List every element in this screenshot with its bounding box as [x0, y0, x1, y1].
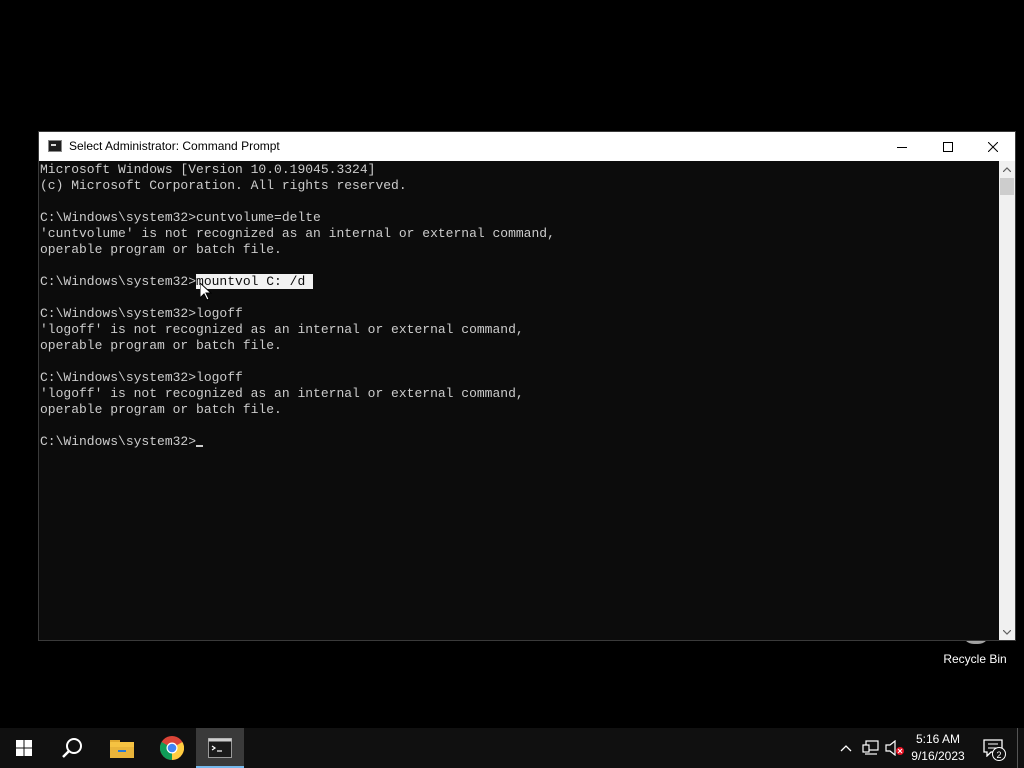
- minimize-icon: [897, 146, 907, 148]
- clock-time: 5:16 AM: [915, 732, 961, 746]
- windows-start-icon: [16, 740, 32, 756]
- taskbar-clock[interactable]: 5:16 AM 9/16/2023: [906, 731, 970, 765]
- file-explorer-button[interactable]: [98, 728, 146, 768]
- close-icon: [988, 141, 998, 152]
- console-line: Microsoft Windows [Version 10.0.19045.33…: [40, 162, 376, 177]
- chevron-up-icon: [1003, 166, 1011, 172]
- console-icon[interactable]: [48, 140, 62, 152]
- console-line: operable program or batch file.: [40, 402, 282, 417]
- window-titlebar[interactable]: Select Administrator: Command Prompt: [39, 132, 1015, 161]
- clock-date: 9/16/2023: [911, 749, 965, 763]
- console-line: 'cuntvolume' is not recognized as an int…: [40, 226, 555, 241]
- chevron-down-icon: [1003, 629, 1011, 635]
- console-line: 'logoff' is not recognized as an interna…: [40, 322, 524, 337]
- recycle-bin-label: Recycle Bin: [943, 652, 1007, 666]
- console-selection-line[interactable]: C:\Windows\system32>mountvol C: /d: [40, 274, 555, 290]
- console-input-line[interactable]: C:\Windows\system32>: [40, 434, 555, 450]
- action-center-button[interactable]: 2: [978, 728, 1008, 768]
- show-hidden-icons-button[interactable]: [836, 728, 856, 768]
- scrollbar-thumb[interactable]: [1000, 178, 1014, 195]
- chrome-icon: [160, 736, 184, 760]
- notification-count-badge: 2: [992, 747, 1006, 761]
- volume-button[interactable]: [884, 728, 906, 768]
- console-line: C:\Windows\system32>logoff: [40, 306, 243, 321]
- start-button[interactable]: [0, 728, 48, 768]
- desktop: Recycle Bin Select Administrator: Comman…: [0, 0, 1024, 720]
- command-prompt-icon: [208, 738, 232, 758]
- search-button[interactable]: [48, 728, 96, 768]
- command-prompt-taskbar-button[interactable]: [196, 728, 244, 768]
- command-prompt-window[interactable]: Select Administrator: Command Prompt Mic…: [38, 131, 1016, 641]
- console-prompt: C:\Windows\system32>: [40, 434, 197, 449]
- maximize-button[interactable]: [925, 132, 971, 161]
- network-icon: [862, 740, 879, 755]
- console-output[interactable]: Microsoft Windows [Version 10.0.19045.33…: [39, 161, 999, 640]
- taskbar: 5:16 AM 9/16/2023 2: [0, 728, 1024, 768]
- network-button[interactable]: [860, 728, 882, 768]
- text-cursor: [196, 445, 204, 447]
- console-line: 'logoff' is not recognized as an interna…: [40, 386, 524, 401]
- scroll-down-button[interactable]: [999, 624, 1015, 640]
- search-icon: [62, 738, 82, 758]
- close-button[interactable]: [970, 132, 1016, 161]
- chevron-up-icon: [840, 745, 852, 752]
- selected-text[interactable]: mountvol C: /d: [196, 274, 314, 289]
- minimize-button[interactable]: [879, 132, 925, 161]
- console-line: operable program or batch file.: [40, 338, 282, 353]
- chrome-button[interactable]: [148, 728, 196, 768]
- file-explorer-icon: [110, 740, 134, 758]
- console-line: C:\Windows\system32>logoff: [40, 370, 243, 385]
- console-line: C:\Windows\system32>cuntvolume=delte: [40, 210, 321, 225]
- maximize-icon: [943, 141, 953, 152]
- mouse-pointer-icon: [200, 283, 212, 301]
- console-line: operable program or batch file.: [40, 242, 282, 257]
- console-line: (c) Microsoft Corporation. All rights re…: [40, 178, 407, 193]
- show-desktop-button[interactable]: [1017, 728, 1018, 768]
- vertical-scrollbar[interactable]: [999, 161, 1015, 640]
- volume-muted-icon: [885, 740, 904, 756]
- console-prompt: C:\Windows\system32>: [40, 274, 197, 289]
- scroll-up-button[interactable]: [999, 161, 1015, 177]
- window-title: Select Administrator: Command Prompt: [69, 139, 280, 153]
